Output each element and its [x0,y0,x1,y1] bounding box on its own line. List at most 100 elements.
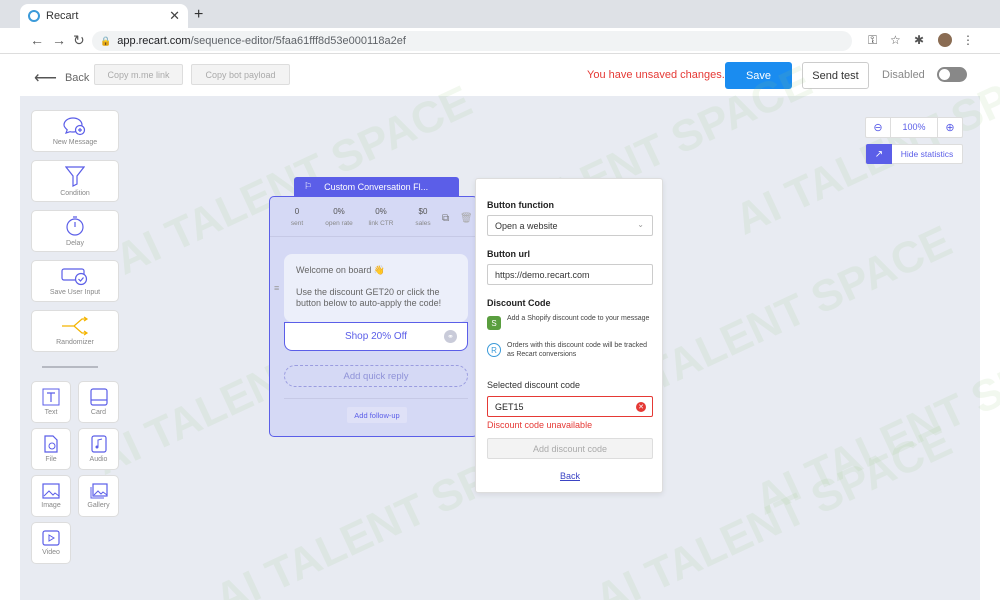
back-button[interactable]: ⟵ Back [34,68,89,88]
add-quick-reply-button[interactable]: Add quick reply [284,365,468,387]
button-function-select[interactable]: Open a website ⌄ [487,215,653,236]
sidebar-divider [42,366,98,368]
sidebar-item-label: Save User Input [49,289,101,296]
sidebar-item-label: Condition [60,190,90,197]
tab-title: Recart [46,10,79,22]
back-arrow-icon[interactable]: ← [30,32,44,48]
browser-tabbar: Recart ✕ + [0,0,1000,28]
block-label: Gallery [87,502,110,509]
node-title-bar[interactable]: ⚐ Custom Conversation Fl... [294,177,459,196]
info-shopify: S Add a Shopify discount code to your me… [487,315,653,330]
button-url-input[interactable]: https://demo.recart.com [487,264,653,285]
sidebar-item-label: Delay [66,240,84,247]
block-label: Image [41,502,61,509]
stat-open-rate: 0% open rate [325,207,353,227]
discount-code-input[interactable]: GET15 ✕ [487,396,653,417]
url-field[interactable]: 🔒 app.recart.com/sequence-editor/5faa61f… [92,31,852,51]
flag-icon: ⚐ [304,181,313,191]
info-recart: R Orders with this discount code will be… [487,342,653,359]
profile-avatar[interactable] [938,33,952,47]
key-icon[interactable]: ⚿ [868,33,877,48]
zoom-level: 100% [890,117,938,138]
sidebar-item-randomizer[interactable]: Randomizer [31,310,119,352]
timer-icon [66,216,84,236]
sidebar-item-new-message[interactable]: New Message [31,110,119,152]
node-title: Custom Conversation Fl... [324,181,429,192]
sidebar-item-condition[interactable]: Condition [31,160,119,202]
address-bar: ← → ↻ 🔒 app.recart.com/sequence-editor/5… [0,28,1000,54]
panel-back-link[interactable]: Back [476,471,664,481]
block-card[interactable]: Card [78,381,119,423]
sidebar-item-label: Randomizer [56,339,94,346]
block-label: Text [44,409,58,416]
save-input-icon [61,268,88,286]
message-node[interactable]: 0 sent 0% open rate 0% link CTR $0 sales ⧉ 🗑… [269,196,478,437]
filter-icon [65,166,85,187]
hide-statistics-button[interactable]: ↗ Hide statistics [865,144,963,164]
trash-icon[interactable]: 🗑 [460,213,473,224]
zoom-out-icon[interactable]: ⊖ [866,121,890,134]
block-image[interactable]: Image [31,475,71,517]
zoom-in-icon[interactable]: ⊕ [938,121,962,134]
browser-tab[interactable]: Recart ✕ [20,4,188,28]
hide-statistics-label: Hide statistics [900,149,954,159]
button-settings-panel: Button function Open a website ⌄ Button … [475,178,663,493]
block-label: Audio [89,456,108,463]
block-gallery[interactable]: Gallery [78,475,119,517]
stat-sent: 0 sent [290,207,304,227]
sidebar-item-save-user-input[interactable]: Save User Input [31,260,119,302]
code-error-text: Discount code unavailable [487,420,593,430]
block-audio[interactable]: Audio [78,428,119,470]
unsaved-changes-text: You have unsaved changes. [587,69,725,81]
new-tab-icon[interactable]: + [194,6,203,24]
drag-handle-icon[interactable]: ≡ [274,283,279,293]
image-icon [42,483,60,499]
watermark: AI TALENT SPACE [747,316,1000,525]
shopify-icon: S [487,316,501,330]
editor-header: ⟵ Back Copy m.me link Copy bot payload Y… [0,54,1000,96]
card-icon [89,388,108,406]
add-follow-up-button[interactable]: Add follow-up [347,407,407,423]
enable-toggle[interactable] [937,67,967,82]
copy-link-button[interactable]: Copy m.me link [94,64,183,85]
selected-code-label: Selected discount code [487,380,581,390]
message-bubble[interactable]: Welcome on board 👋 Use the discount GET2… [284,254,468,322]
file-icon [44,435,58,453]
new-message-icon [63,117,86,136]
zoom-controls: ⊖ 100% ⊕ [865,117,963,138]
message-cta-button[interactable]: Shop 20% Off ⚭ [284,322,468,351]
block-video[interactable]: Video [31,522,71,564]
send-test-button[interactable]: Send test [802,62,869,89]
sidebar-item-delay[interactable]: Delay [31,210,119,252]
save-button[interactable]: Save [725,62,792,89]
button-url-label: Button url [487,249,530,259]
clear-error-icon[interactable]: ✕ [636,402,646,412]
lock-icon: 🔒 [100,35,112,46]
tab-close-icon[interactable]: ✕ [169,8,180,24]
toggle-knob [939,69,950,80]
block-text[interactable]: Text [31,381,71,423]
gallery-icon [90,483,108,499]
audio-icon [90,435,107,453]
back-label: Back [64,72,90,84]
forward-arrow-icon[interactable]: → [52,32,66,48]
block-label: Card [90,409,107,416]
stat-link-ctr: 0% link CTR [368,207,394,227]
text-icon [42,388,60,406]
extensions-icon[interactable]: ✱ [914,33,924,47]
stat-sales: $0 sales [415,207,431,227]
add-discount-code-button[interactable]: Add discount code [487,438,653,459]
status-label: Disabled [882,69,925,81]
url-domain: app.recart.com [117,35,191,47]
copy-icon[interactable]: ⧉ [442,213,449,224]
block-file[interactable]: File [31,428,71,470]
message-body: Use the discount GET20 or click the butt… [296,287,442,308]
copy-payload-button[interactable]: Copy bot payload [191,64,290,85]
menu-dots-icon[interactable]: ⋮ [962,33,974,47]
cta-label: Shop 20% Off [344,331,408,342]
block-label: File [45,456,57,463]
back-arrow-icon: ⟵ [34,70,57,87]
reload-icon[interactable]: ↻ [73,32,85,49]
randomizer-icon [62,316,89,336]
star-icon[interactable]: ☆ [890,33,901,47]
